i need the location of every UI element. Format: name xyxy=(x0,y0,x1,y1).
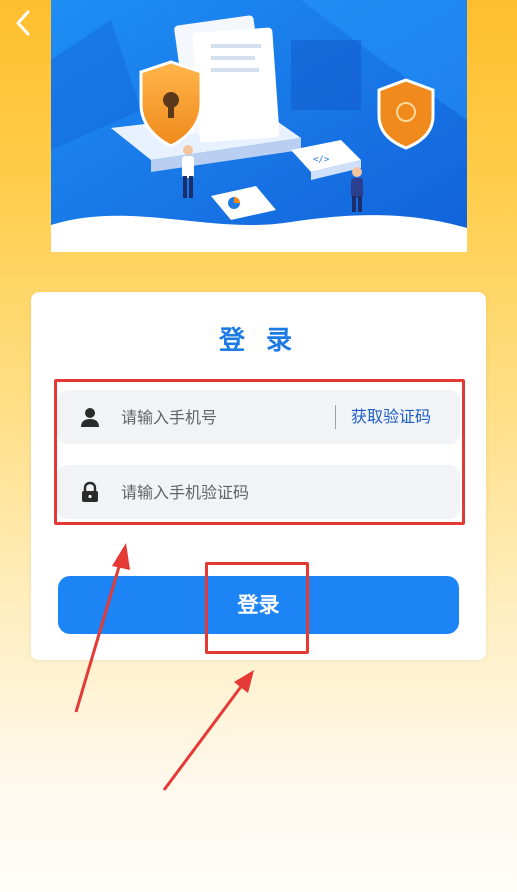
annotation-arrow-login xyxy=(162,670,254,791)
lock-icon xyxy=(82,481,98,502)
login-card: 登 录 获取验证码 登录 xyxy=(31,292,486,660)
chevron-left-icon xyxy=(16,10,30,36)
login-button[interactable]: 登录 xyxy=(58,576,459,634)
verification-code-input[interactable] xyxy=(121,465,441,519)
login-title: 登 录 xyxy=(218,326,299,356)
hero-illustration: </> xyxy=(51,0,467,252)
phone-input[interactable] xyxy=(121,390,321,444)
code-field xyxy=(57,465,460,519)
back-button[interactable] xyxy=(8,6,38,40)
phone-field: 获取验证码 xyxy=(57,390,460,444)
security-illustration: </> xyxy=(51,0,467,252)
field-divider xyxy=(335,405,336,429)
svg-text:</>: </> xyxy=(313,155,330,165)
user-icon xyxy=(81,408,99,427)
get-code-button[interactable]: 获取验证码 xyxy=(351,390,431,444)
